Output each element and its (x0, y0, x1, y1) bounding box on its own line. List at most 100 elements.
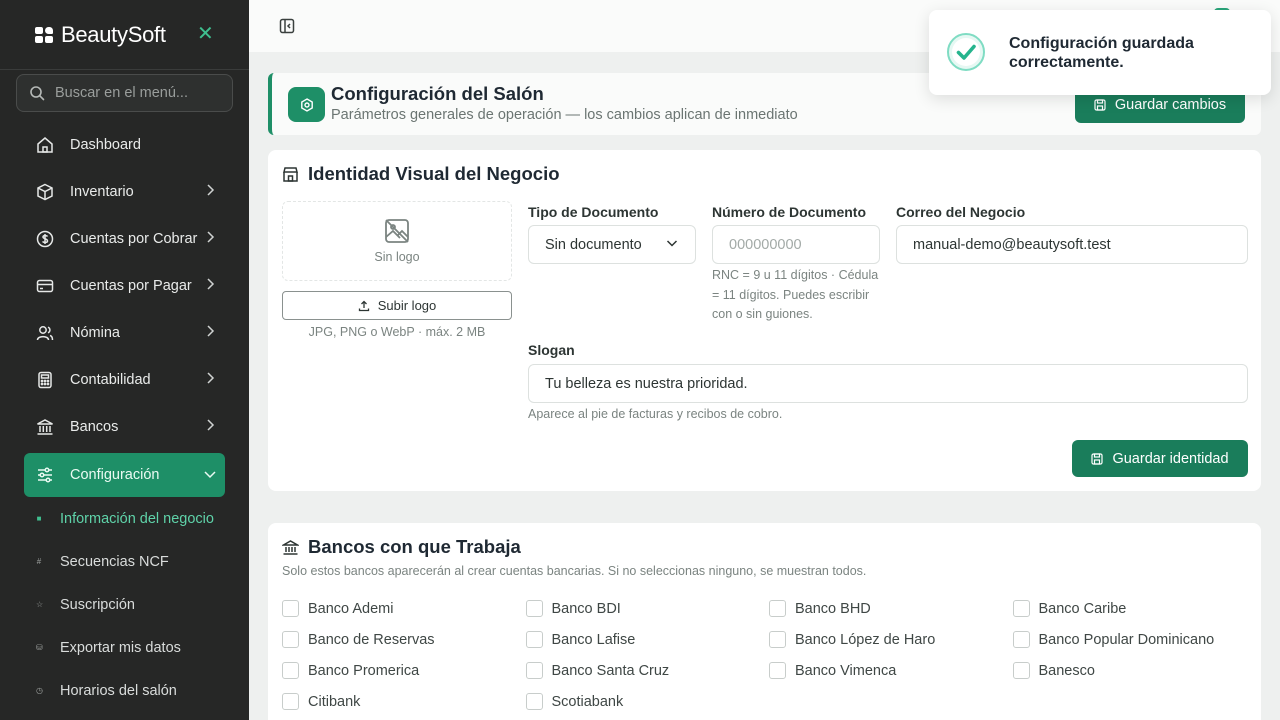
identity-card: Identidad Visual del Negocio Sin logo Su… (268, 150, 1261, 491)
clock-icon: ◷ (36, 686, 43, 695)
page-subtitle: Parámetros generales de operación — los … (331, 107, 798, 123)
bank-label: Banco de Reservas (308, 631, 435, 648)
save-identity-label: Guardar identidad (1112, 450, 1229, 467)
star-icon: ☆ (36, 600, 44, 609)
nav-item-cuentas-cobrar[interactable]: Cuentas por Cobrar (24, 215, 225, 262)
bank-option[interactable]: Citibank (282, 686, 526, 717)
bank-option[interactable]: Banco Popular Dominicano (1012, 624, 1257, 655)
store-icon (283, 166, 298, 182)
subnav-label: Información del negocio (60, 510, 214, 527)
checkbox[interactable] (282, 631, 299, 648)
bank-icon (282, 539, 299, 555)
nav-label: Cuentas por Cobrar (70, 230, 198, 247)
bank-option[interactable]: Banco López de Haro (769, 624, 1013, 655)
nav-label: Nómina (70, 324, 120, 341)
subnav-item-horarios[interactable]: ◷ Horarios del salón (36, 669, 236, 712)
bank-label: Citibank (308, 693, 361, 710)
nav-label: Dashboard (70, 136, 141, 153)
bank-label: Scotiabank (551, 693, 624, 710)
nav-label: Inventario (70, 183, 134, 200)
bank-option[interactable]: Banco Vimenca (769, 655, 1013, 686)
checkbox[interactable] (525, 631, 543, 648)
search-input[interactable] (55, 85, 225, 101)
bank-option[interactable]: Banesco (1012, 655, 1257, 686)
checkbox[interactable] (525, 600, 543, 617)
bullet-icon: ■ (36, 514, 42, 523)
bank-option[interactable]: Banco BDI (525, 593, 770, 624)
close-sidebar-icon[interactable]: ✕ (197, 24, 214, 44)
subnav-label: Horarios del salón (60, 682, 177, 699)
logo-placeholder-text: Sin logo (374, 250, 420, 264)
nav-item-cuentas-pagar[interactable]: Cuentas por Pagar (24, 262, 225, 309)
save-icon (1094, 99, 1106, 111)
bank-option[interactable]: Banco Santa Cruz (525, 655, 770, 686)
save-identity-button[interactable]: Guardar identidad (1072, 440, 1248, 477)
slogan-field[interactable] (528, 364, 1248, 403)
upload-logo-label: Subir logo (377, 298, 437, 313)
subnav-item-informacion[interactable]: ■ Información del negocio (36, 497, 236, 540)
bank-option[interactable]: Banco Caribe (1012, 593, 1257, 624)
bank-option[interactable]: Banco de Reservas (282, 624, 526, 655)
slogan-hint: Aparece al pie de facturas y recibos de … (528, 407, 783, 421)
subnav-item-exportar[interactable]: ⛁ Exportar mis datos (36, 626, 236, 669)
nav-label: Cuentas por Pagar (70, 277, 192, 294)
database-icon: ⛁ (36, 643, 43, 652)
upload-logo-button[interactable]: Subir logo (282, 291, 512, 320)
checkbox[interactable] (525, 693, 543, 710)
doc-type-label: Tipo de Documento (528, 204, 659, 220)
config-subnav: ■ Información del negocio # Secuencias N… (36, 497, 236, 712)
doc-number-input[interactable] (729, 236, 879, 253)
nav-label: Contabilidad (70, 371, 151, 388)
sidebar-toggle-icon[interactable] (279, 18, 295, 34)
doc-number-field[interactable] (712, 225, 880, 264)
bank-label: Banco BHD (795, 600, 871, 617)
settings-icon (288, 87, 325, 122)
checkbox[interactable] (1012, 662, 1030, 679)
doc-number-hint: RNC = 9 u 11 dígitos · Cédula = 11 dígit… (712, 268, 879, 321)
checkbox[interactable] (1012, 631, 1030, 648)
checkbox[interactable] (769, 662, 786, 679)
nav-item-bancos[interactable]: Bancos (24, 403, 225, 450)
users-icon (35, 323, 55, 343)
save-icon (1091, 452, 1104, 465)
checkbox[interactable] (282, 693, 299, 710)
checkbox[interactable] (525, 662, 543, 679)
nav-item-inventario[interactable]: Inventario (24, 168, 225, 215)
chevron-down-icon (666, 240, 678, 247)
nav-item-contabilidad[interactable]: Contabilidad (24, 356, 225, 403)
subnav-item-secuencias[interactable]: # Secuencias NCF (36, 540, 236, 583)
bank-option[interactable]: Banco Ademi (282, 593, 526, 624)
subnav-item-suscripcion[interactable]: ☆ Suscripción (36, 583, 236, 626)
bank-option[interactable]: Banco BHD (769, 593, 1013, 624)
nav-label: Configuración (70, 467, 160, 483)
nav-item-dashboard[interactable]: Dashboard (24, 121, 225, 168)
checkbox[interactable] (1012, 600, 1030, 617)
menu-search[interactable] (16, 74, 233, 112)
chevron-right-icon (207, 325, 215, 337)
doc-type-select[interactable]: Sin documento (528, 225, 696, 264)
chevron-right-icon (207, 231, 215, 243)
bank-option[interactable]: Banco Lafise (525, 624, 770, 655)
checkbox[interactable] (282, 600, 299, 617)
banks-title: Bancos con que Trabaja (282, 536, 521, 558)
chevron-right-icon (207, 372, 215, 384)
slogan-label: Slogan (528, 342, 575, 358)
check-circle-icon (947, 33, 985, 71)
nav-item-configuracion[interactable]: Configuración (24, 453, 225, 497)
nav-label: Bancos (70, 418, 119, 435)
email-field[interactable] (896, 225, 1248, 264)
nav-item-nomina[interactable]: Nómina (24, 309, 225, 356)
page-title: Configuración del Salón (331, 83, 544, 104)
doc-type-value: Sin documento (545, 236, 642, 253)
bank-option[interactable]: Scotiabank (525, 686, 770, 717)
chevron-right-icon (207, 419, 215, 431)
email-label: Correo del Negocio (896, 204, 1026, 220)
banks-subtitle: Solo estos bancos aparecerán al crear cu… (282, 564, 867, 578)
checkbox[interactable] (769, 600, 786, 617)
email-input[interactable] (913, 236, 1247, 253)
success-toast[interactable]: Configuración guardada correctamente. (929, 10, 1271, 95)
slogan-input[interactable] (545, 375, 1247, 392)
checkbox[interactable] (769, 631, 786, 648)
checkbox[interactable] (282, 662, 299, 679)
bank-option[interactable]: Banco Promerica (282, 655, 526, 686)
